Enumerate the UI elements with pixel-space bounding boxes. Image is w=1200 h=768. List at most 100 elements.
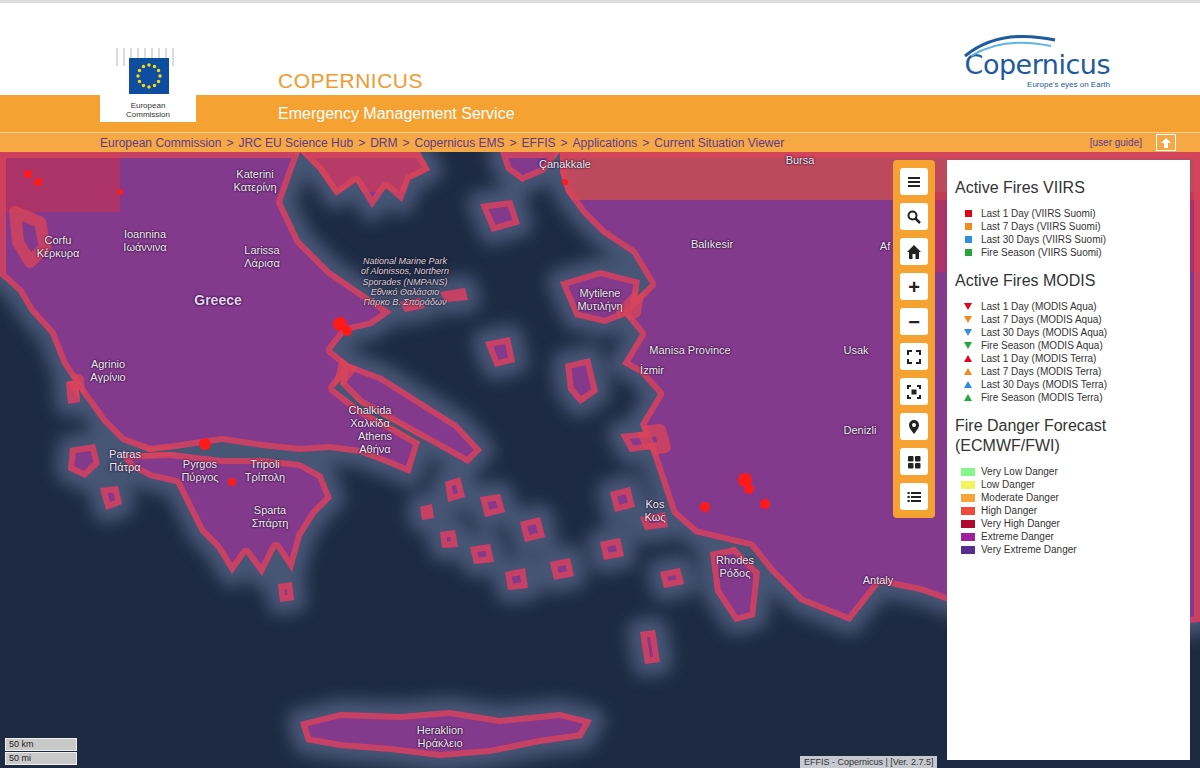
eu-flag-icon — [113, 46, 183, 102]
breadcrumb-link[interactable]: DRM — [370, 136, 397, 150]
fire-hotspot[interactable] — [24, 170, 32, 178]
triangle-marker — [964, 316, 972, 323]
legend-symbol — [955, 236, 981, 243]
legend-symbol — [955, 223, 981, 230]
fire-hotspot[interactable] — [117, 189, 123, 195]
legend-symbol — [955, 394, 981, 401]
legend-label: High Danger — [981, 505, 1037, 516]
fire-hotspot[interactable] — [228, 478, 236, 486]
up-arrow-icon — [1161, 138, 1171, 148]
legend-item[interactable]: Very High Danger — [955, 517, 1182, 530]
label-line: Çanakkale — [539, 158, 591, 171]
breadcrumb-link[interactable]: Applications — [573, 136, 638, 150]
fire-hotspot[interactable] — [199, 438, 211, 450]
label-line: Πάτρα — [109, 461, 141, 474]
legend-symbol — [955, 303, 981, 310]
fire-hotspot[interactable] — [342, 326, 352, 336]
legend-section: Fire Danger Forecast (ECMWF/FWI)Very Low… — [955, 416, 1182, 556]
legend-item[interactable]: Extreme Danger — [955, 530, 1182, 543]
legend-item[interactable]: High Danger — [955, 504, 1182, 517]
zoom-in-button[interactable]: + — [900, 273, 928, 300]
legend-label: Last 7 Days (MODIS Terra) — [981, 366, 1101, 377]
locate-icon — [906, 419, 922, 435]
scale-box: 50 mi — [5, 752, 77, 765]
label-line: Τρίπολη — [245, 471, 285, 484]
legend-label: Last 30 Days (VIIRS Suomi) — [981, 234, 1106, 245]
fire-hotspot[interactable] — [744, 484, 754, 494]
label-line: Denizli — [843, 424, 876, 437]
label-line: Sporades (NMPANS) — [361, 277, 449, 287]
city-label: Bursa — [786, 154, 815, 167]
color-swatch — [961, 468, 975, 476]
city-label: Usak — [843, 344, 868, 357]
legend-item[interactable]: Last 1 Day (VIIRS Suomi) — [955, 207, 1182, 220]
top-rule — [0, 0, 1200, 3]
user-guide-link[interactable]: [user guide] — [1090, 137, 1142, 148]
label-line: Balıkesir — [691, 238, 733, 251]
fire-hotspot[interactable] — [34, 178, 42, 186]
extent-button[interactable] — [900, 378, 928, 405]
label-line: Ηράκλειο — [417, 737, 463, 750]
home-button[interactable] — [900, 238, 928, 265]
legend-item[interactable]: Last 7 Days (MODIS Aqua) — [955, 313, 1182, 326]
legend-symbol — [955, 481, 981, 489]
fullscreen-button[interactable] — [900, 343, 928, 370]
park-label: National Marine Parkof Alonissos, Northe… — [361, 256, 449, 308]
legend-item[interactable]: Last 1 Day (MODIS Aqua) — [955, 300, 1182, 313]
map-toolbar: +− — [893, 160, 935, 518]
legend-item[interactable]: Fire Season (MODIS Terra) — [955, 391, 1182, 404]
legend-symbol — [955, 210, 981, 217]
label-line: Chalkida — [349, 404, 392, 417]
legend-item[interactable]: Fire Season (MODIS Aqua) — [955, 339, 1182, 352]
city-label: MytileneΜυτιλήνη — [577, 287, 622, 313]
breadcrumb-link[interactable]: EFFIS — [522, 136, 556, 150]
legend-label: Extreme Danger — [981, 531, 1054, 542]
square-marker — [965, 210, 972, 217]
breadcrumb-link[interactable]: Current Situation Viewer — [654, 136, 784, 150]
legend-item[interactable]: Last 30 Days (MODIS Aqua) — [955, 326, 1182, 339]
triangle-marker — [964, 329, 972, 336]
legend-item[interactable]: Last 7 Days (VIIRS Suomi) — [955, 220, 1182, 233]
label-line: Tripoli — [245, 458, 285, 471]
legend-label: Very Extreme Danger — [981, 544, 1077, 555]
breadcrumb-separator: > — [402, 136, 409, 150]
legend-symbol — [955, 342, 981, 349]
legend-label: Last 7 Days (MODIS Aqua) — [981, 314, 1102, 325]
search-button[interactable] — [900, 203, 928, 230]
breadcrumb-link[interactable]: Copernicus EMS — [414, 136, 504, 150]
breadcrumb-separator: > — [358, 136, 365, 150]
label-line: Pyrgos — [181, 458, 218, 471]
breadcrumb-link[interactable]: European Commission — [100, 136, 221, 150]
zoom-out-button[interactable]: − — [900, 308, 928, 335]
city-label: KosΚως — [644, 498, 665, 524]
legend-symbol — [955, 520, 981, 528]
fire-map[interactable]: KateriniΚατερίνηIoanninaΙωάννιναLarissaΛ… — [0, 152, 1200, 768]
locate-button[interactable] — [900, 413, 928, 440]
breadcrumb-link[interactable]: JRC EU Science Hub — [238, 136, 353, 150]
fire-hotspot[interactable] — [700, 502, 710, 512]
fire-hotspot[interactable] — [760, 499, 770, 509]
copernicus-logo[interactable]: CopernicusEurope's eyes on Earth — [965, 50, 1110, 95]
color-swatch — [961, 546, 975, 554]
layers-button[interactable] — [900, 448, 928, 475]
legend-item[interactable]: Last 1 Day (MODIS Terra) — [955, 352, 1182, 365]
legend-button[interactable] — [900, 483, 928, 510]
legend-item[interactable]: Very Low Danger — [955, 465, 1182, 478]
scroll-top-button[interactable] — [1156, 134, 1176, 151]
fire-hotspot[interactable] — [562, 179, 568, 185]
legend-item[interactable]: Last 30 Days (MODIS Terra) — [955, 378, 1182, 391]
legend-heading: Active Fires MODIS — [955, 271, 1182, 291]
legend-symbol — [955, 468, 981, 476]
legend-item[interactable]: Last 30 Days (VIIRS Suomi) — [955, 233, 1182, 246]
legend-item[interactable]: Low Danger — [955, 478, 1182, 491]
attribution[interactable]: EFFIS - Copernicus | [Ver. 2.7.5] — [800, 756, 937, 768]
legend-item[interactable]: Very Extreme Danger — [955, 543, 1182, 556]
european-commission-logo[interactable]: EuropeanCommission — [100, 38, 196, 122]
label-line: Manisa Province — [649, 344, 730, 357]
legend-item[interactable]: Moderate Danger — [955, 491, 1182, 504]
city-label: Antaly — [863, 574, 894, 587]
menu-button[interactable] — [900, 168, 928, 195]
legend-item[interactable]: Last 7 Days (MODIS Terra) — [955, 365, 1182, 378]
legend-symbol — [955, 329, 981, 336]
legend-item[interactable]: Fire Season (VIIRS Suomi) — [955, 246, 1182, 259]
